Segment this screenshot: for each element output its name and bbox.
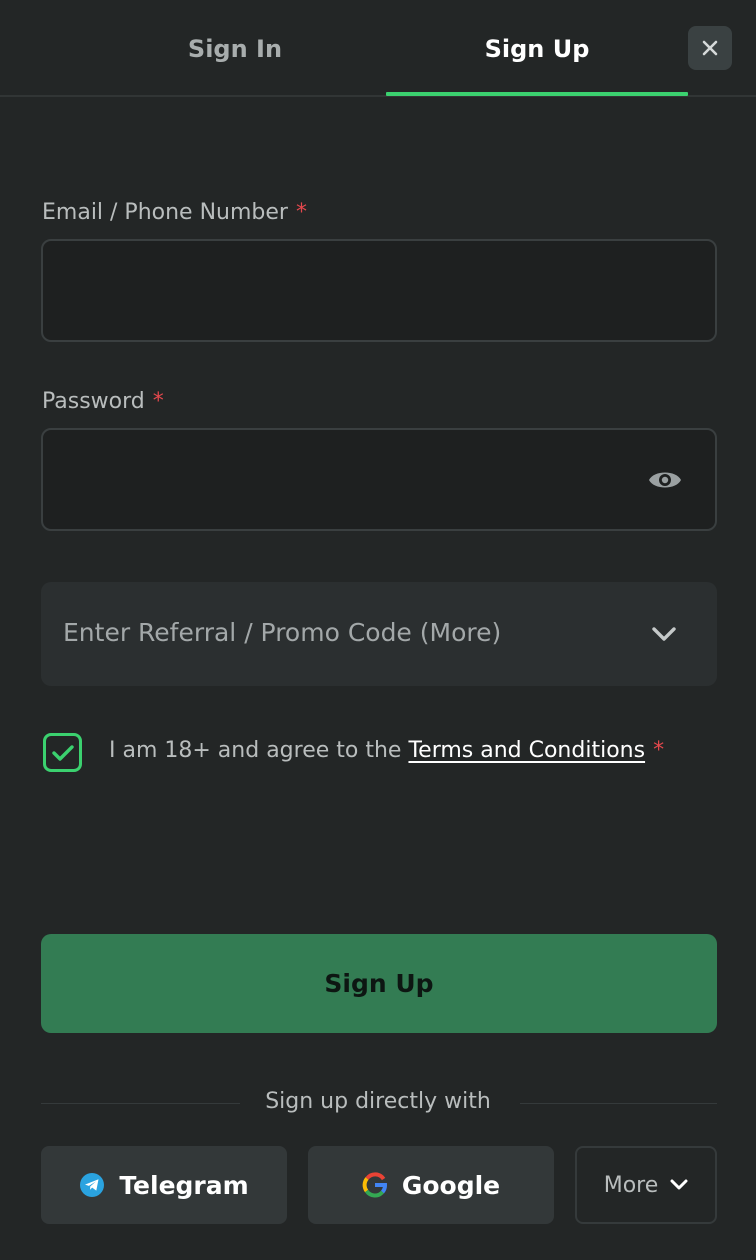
password-label: Password * (42, 389, 164, 414)
signup-modal: Sign In Sign Up Email / Phone Number * Pa… (0, 0, 756, 1260)
active-tab-indicator (386, 92, 688, 96)
promo-code-toggle[interactable]: Enter Referral / Promo Code (More) (41, 582, 717, 686)
required-marker: * (653, 738, 665, 763)
chevron-down-icon (670, 1179, 688, 1190)
password-field-box (41, 428, 717, 531)
google-icon (362, 1172, 387, 1198)
email-field-box (41, 239, 717, 342)
required-marker: * (295, 200, 307, 225)
email-field[interactable] (43, 241, 715, 340)
show-password-button[interactable] (647, 466, 683, 494)
agree-text: I am 18+ and agree to the Terms and Cond… (109, 738, 664, 763)
more-social-button[interactable]: More (575, 1146, 717, 1224)
promo-code-label: Enter Referral / Promo Code (More) (63, 618, 502, 647)
sign-up-button[interactable]: Sign Up (41, 934, 717, 1033)
close-icon (702, 40, 718, 56)
chevron-down-icon (652, 627, 676, 641)
google-button[interactable]: Google (308, 1146, 554, 1224)
email-label: Email / Phone Number * (42, 200, 307, 225)
email-label-text: Email / Phone Number (42, 200, 288, 225)
tab-sign-in[interactable]: Sign In (84, 0, 386, 97)
terms-link[interactable]: Terms and Conditions (408, 738, 645, 763)
telegram-icon (80, 1173, 105, 1197)
close-button[interactable] (688, 26, 732, 70)
required-marker: * (152, 389, 164, 414)
check-icon (51, 744, 74, 761)
agree-prefix: I am 18+ and agree to the (109, 738, 402, 763)
telegram-label: Telegram (119, 1170, 249, 1200)
auth-tabs: Sign In Sign Up (0, 0, 756, 97)
password-field[interactable] (43, 430, 715, 529)
password-label-text: Password (42, 389, 145, 414)
more-label: More (603, 1172, 659, 1198)
agree-checkbox[interactable] (43, 733, 82, 772)
tab-sign-up[interactable]: Sign Up (386, 0, 688, 97)
eye-icon (649, 472, 681, 488)
social-divider-text: Sign up directly with (265, 1089, 491, 1114)
telegram-button[interactable]: Telegram (41, 1146, 287, 1224)
google-label: Google (401, 1170, 501, 1200)
